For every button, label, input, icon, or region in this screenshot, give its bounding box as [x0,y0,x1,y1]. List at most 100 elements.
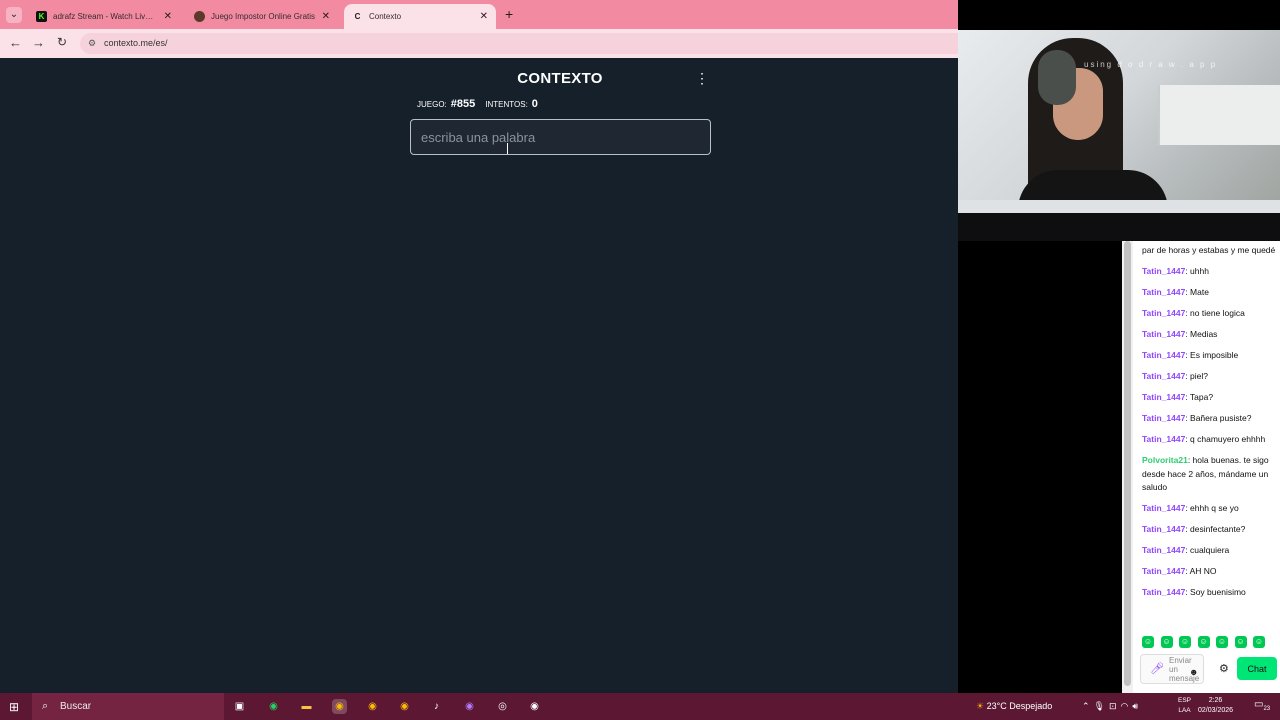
chat-username[interactable]: Tatin_1447 [1142,350,1185,360]
emote-icon[interactable]: ☺ [1216,636,1228,648]
tab-title: Contexto [369,12,402,21]
system-tray[interactable]: ⌃🎙︎⊡◠🔊︎ [1082,693,1142,720]
back-icon[interactable]: ← [9,35,22,50]
whatsapp-icon[interactable]: ◉ [266,699,281,714]
chevron-up-icon[interactable]: ⌃ [1082,701,1094,711]
chat-message: Tatin_1447: Mate [1142,286,1278,300]
url-text: contexto.me/es/ [104,38,168,48]
microphone-icon[interactable]: 🎙︎ [1094,701,1109,711]
more-options-icon[interactable]: ⋮ [695,71,709,85]
chat-message: Tatin_1447: ehhh q se yo [1142,502,1278,516]
tab-bar: ⌄ K adrafz Stream - Watch Live on ✕ Jueg… [0,0,958,29]
chat-text: : q chamuyero ehhhh [1185,434,1266,444]
emote-icon[interactable]: ☺ [1197,636,1210,648]
task-view-icon[interactable]: ▣ [232,699,247,714]
text-cursor-icon [507,143,513,154]
obs-icon[interactable]: ◎ [495,699,510,714]
language-indicator[interactable]: ESP LAA [1178,696,1191,716]
webcam-overlay: using d o d r a w . a p p [958,30,1280,213]
chat-username[interactable]: Tatin_1447 [1142,587,1185,597]
chat-username[interactable]: Tatin_1447 [1142,287,1185,297]
chat-username[interactable]: Tatin_1447 [1142,545,1185,555]
chat-username[interactable]: Tatin_1447 [1142,524,1185,534]
webcam-bottom-strip [958,213,1280,241]
app-icon[interactable]: ◉ [527,699,542,714]
chat-message: Tatin_1447: Es imposible [1142,349,1278,363]
chat-message: Tatin_1447: Tapa? [1142,391,1278,405]
chrome-profile-2-icon[interactable]: ◉ [397,699,412,714]
attempts-count: 0 [531,98,538,110]
chat-text: : Bañera pusiste? [1185,413,1252,423]
chat-input[interactable]: 🎤︎ Enviar un mensaje ☻ [1140,654,1204,684]
chat-message: Polvorita21: hola buenas. te sigo desde … [1142,454,1278,495]
chat-message: Tatin_1447: Bañera pusiste? [1142,412,1278,426]
emote-bar: ☺ ☺ ☺ ☺ ☺ ☺ ☺ [1142,636,1265,648]
weather-text: 23°C Despejado [986,701,1053,711]
emoji-icon[interactable]: ☻ [1189,667,1198,677]
close-tab-icon[interactable]: ✕ [322,11,330,22]
chat-message: Tatin_1447: piel? [1142,370,1278,384]
forward-icon[interactable]: → [32,35,45,50]
chat-side-gap [958,241,1122,693]
site-info-icon[interactable]: ⚙ [88,33,96,54]
weather-icon: ☀ [976,701,985,711]
emote-icon[interactable]: ☺ [1142,636,1154,648]
mic-icon[interactable]: 🎤︎ [1150,662,1164,676]
close-tab-icon[interactable]: ✕ [164,11,172,22]
chat-username[interactable]: Tatin_1447 [1142,329,1185,339]
tab-kick-stream[interactable]: K adrafz Stream - Watch Live on ✕ [28,4,180,29]
file-explorer-icon[interactable]: ▬ [299,699,314,714]
chat-text: : no tiene logica [1185,308,1245,318]
chat-message: Tatin_1447: Soy buenisimo [1142,586,1278,600]
scrollbar-thumb[interactable] [1124,241,1131,686]
tab-contexto[interactable]: C Contexto ✕ [344,4,496,29]
emote-icon[interactable]: ☺ [1253,636,1265,648]
chat-username[interactable]: Tatin_1447 [1142,566,1185,576]
close-tab-icon[interactable]: ✕ [480,11,488,22]
chat-username[interactable]: Tatin_1447 [1142,392,1185,402]
chat-username[interactable]: Polvorita21 [1142,455,1188,465]
desk [958,200,1280,213]
chat-username[interactable]: Tatin_1447 [1142,413,1185,423]
reload-icon[interactable]: ↻ [57,35,67,49]
clock[interactable]: 2:26 02/03/2026 [1198,696,1233,716]
chat-username[interactable]: Tatin_1447 [1142,371,1185,381]
chrome-profile-icon[interactable]: ◉ [365,699,380,714]
windows-start-icon[interactable]: ⊞ [9,700,19,714]
volume-icon[interactable]: 🔊︎ [1132,701,1142,711]
webcam-watermark: using d o d r a w . a p p [1084,60,1218,69]
address-bar[interactable]: ⚙ contexto.me/es/ [80,33,958,54]
gear-icon[interactable]: ⚙ [1219,662,1229,675]
chat-text: : piel? [1185,371,1208,381]
weather-widget[interactable]: ☀ 23°C Despejado [976,693,1052,720]
emote-icon[interactable]: ☺ [1160,636,1173,648]
notification-count: 23 [1263,706,1271,712]
tiktok-icon[interactable]: ♪ [429,699,444,714]
wifi-icon[interactable]: ◠ [1121,701,1133,711]
tab-search-button[interactable]: ⌄ [6,7,22,23]
emote-icon[interactable]: ☺ [1234,636,1247,648]
search-placeholder: Buscar [60,701,92,712]
chat-username[interactable]: Tatin_1447 [1142,503,1185,513]
clock-time: 2:26 [1208,697,1223,704]
chrome-icon[interactable]: ◉ [332,699,347,714]
twitch-app-icon[interactable]: ◉ [462,699,477,714]
new-tab-button[interactable]: + [505,6,513,22]
chat-scrollbar[interactable] [1122,241,1133,693]
taskbar-search[interactable]: ⌕ Buscar [32,693,224,720]
notification-icon[interactable]: ▭23 [1254,699,1270,712]
chat-send-button[interactable]: Chat [1237,657,1277,680]
chat-text: : desinfectante? [1185,524,1246,534]
chat-text: : Soy buenisimo [1185,587,1246,597]
chat-username[interactable]: Tatin_1447 [1142,308,1185,318]
tab-impostor-game[interactable]: Juego Impostor Online Gratis ✕ [186,4,338,29]
network-icon[interactable]: ⊡ [1109,701,1121,711]
emote-icon[interactable]: ☺ [1179,636,1191,648]
word-input[interactable] [410,119,711,155]
kick-favicon-icon: K [36,11,47,22]
chat-username[interactable]: Tatin_1447 [1142,434,1185,444]
page-title: CONTEXTO [517,70,603,87]
chat-text: : Mate [1185,287,1209,297]
chat-username[interactable]: Tatin_1447 [1142,266,1185,276]
chat-message: Tatin_1447: no tiene logica [1142,307,1278,321]
